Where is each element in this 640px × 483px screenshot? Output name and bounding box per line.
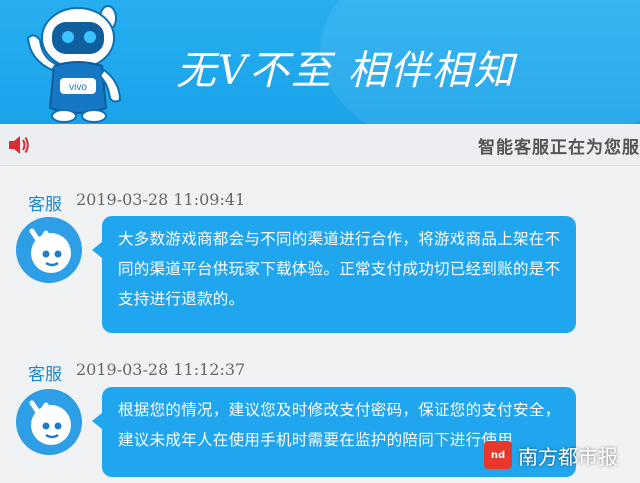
notice-marquee-text: 智能客服正在为您服务 xyxy=(478,138,640,158)
robot-mascot-icon: vivo xyxy=(26,5,122,123)
newspaper-watermark: nd 南方都市报 xyxy=(484,438,618,472)
banner-slogan: 无V不至 相伴相知 xyxy=(176,48,516,94)
watermark-text: 南方都市报 xyxy=(518,444,618,469)
message-sender: 客服 xyxy=(28,365,62,385)
service-avatar xyxy=(16,389,82,455)
notice-bar: 智能客服正在为您服务 xyxy=(0,124,640,166)
message-bubble: 大多数游戏商都会与不同的渠道进行合作，将游戏商品上架在不同的渠道平台供玩家下载体… xyxy=(92,216,576,333)
speaker-icon[interactable] xyxy=(6,134,30,156)
message-timestamp: 2019-03-28 11:09:41 xyxy=(76,190,246,209)
message-timestamp: 2019-03-28 11:12:37 xyxy=(76,360,246,379)
header-banner: vivo 无V不至 相伴相知 xyxy=(0,0,640,124)
service-avatar-icon xyxy=(18,219,80,281)
newspaper-logo-icon: nd xyxy=(484,441,512,469)
message-sender: 客服 xyxy=(28,195,62,215)
service-avatar-icon xyxy=(18,391,80,453)
service-avatar xyxy=(16,217,82,283)
mascot-badge-text: vivo xyxy=(69,82,87,93)
